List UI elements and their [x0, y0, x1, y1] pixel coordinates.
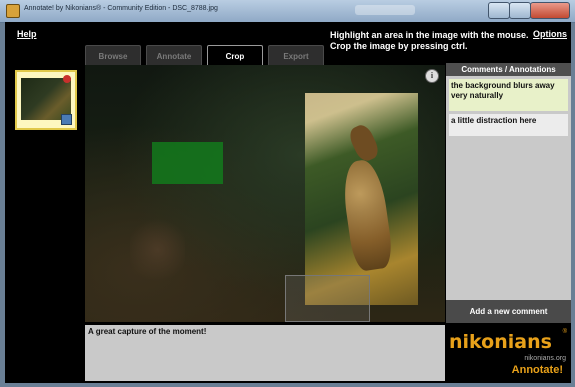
image-thumbnail[interactable]: [15, 70, 77, 130]
window-title: Annotate! by Nikonians® - Community Edit…: [24, 5, 218, 12]
tab-export[interactable]: Export: [268, 45, 324, 65]
help-link[interactable]: Help: [17, 29, 37, 39]
instruction-text: Highlight an area in the image with the …: [330, 30, 529, 51]
options-link[interactable]: Options: [533, 29, 567, 39]
info-icon[interactable]: i: [425, 69, 439, 83]
caption-field[interactable]: A great capture of the moment!: [85, 325, 445, 381]
tab-annotate[interactable]: Annotate: [146, 45, 202, 65]
annotation-box[interactable]: [152, 142, 223, 184]
comments-header: Comments / Annotations: [446, 63, 571, 76]
logo-registered: ®: [562, 329, 567, 335]
image-canvas[interactable]: i: [85, 65, 445, 322]
logo-url: nikonians.org: [524, 355, 566, 362]
nikonians-logo: nikonians ® nikonians.org Annotate!: [446, 325, 571, 381]
save-icon[interactable]: [61, 114, 72, 125]
remove-icon[interactable]: [63, 75, 71, 83]
app-icon: [6, 4, 20, 18]
window-titlebar: Annotate! by Nikonians® - Community Edit…: [0, 0, 575, 23]
comment-item[interactable]: the background blurs away very naturally: [449, 79, 568, 111]
tab-crop[interactable]: Crop: [207, 45, 263, 65]
minimize-button[interactable]: [488, 2, 510, 19]
selection-box[interactable]: [285, 275, 370, 322]
window-controls: [488, 2, 570, 19]
close-button[interactable]: [530, 2, 570, 19]
maximize-button[interactable]: [509, 2, 531, 19]
comment-item[interactable]: a little distraction here: [449, 114, 568, 136]
add-comment-button[interactable]: Add a new comment: [446, 300, 571, 323]
tab-browse[interactable]: Browse: [85, 45, 141, 65]
comments-panel: Comments / Annotations the background bl…: [446, 63, 571, 323]
titlebar-blur: [355, 5, 415, 15]
tab-bar: Browse Annotate Crop Export: [85, 45, 329, 65]
logo-product: Annotate!: [511, 364, 563, 376]
background-deer: [130, 215, 185, 285]
app-area: Help Highlight an area in the image with…: [5, 22, 571, 383]
logo-wordmark: nikonians: [449, 331, 552, 353]
